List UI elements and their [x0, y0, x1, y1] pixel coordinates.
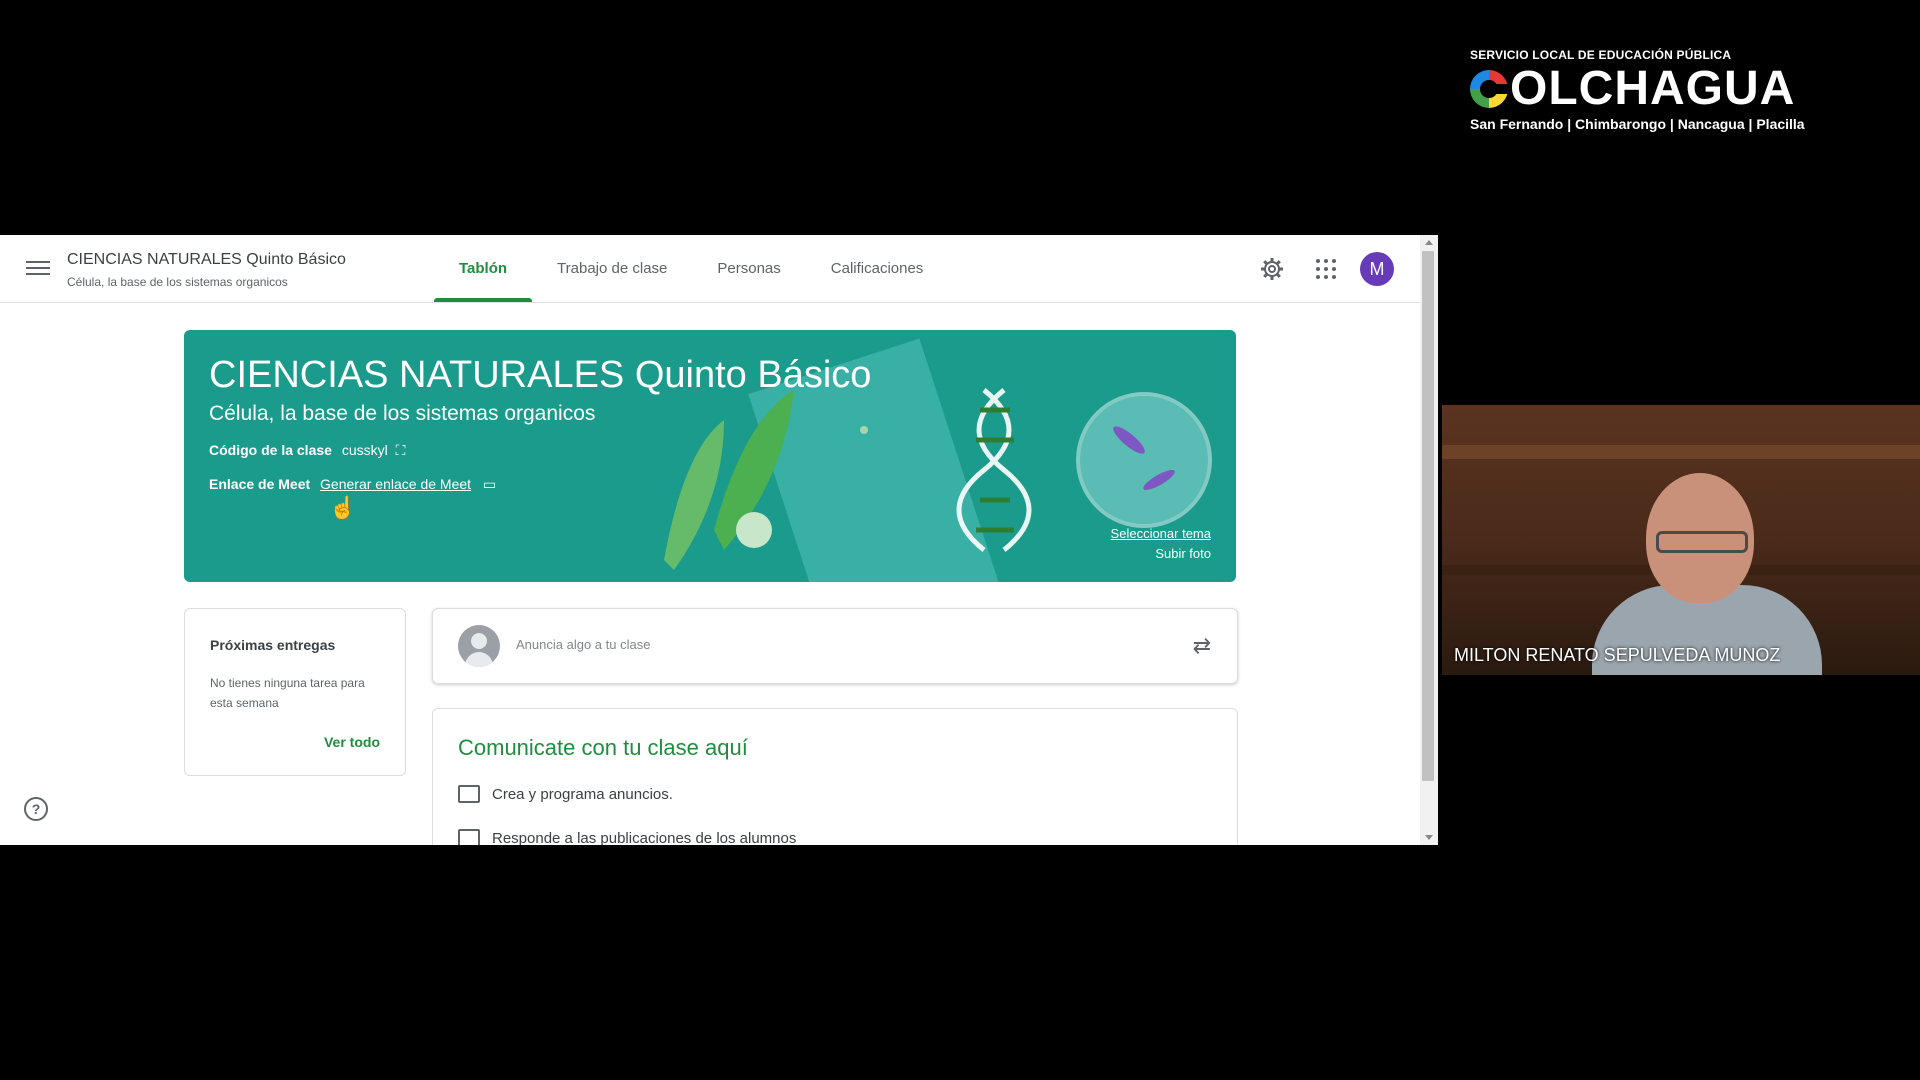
mouse-cursor-icon: ☝	[329, 495, 357, 520]
class-code-row: Código de la clase cusskyl ⛶	[209, 442, 405, 459]
banner-subtitle: Célula, la base de los sistemas organico…	[209, 402, 596, 425]
tab-tablon[interactable]: Tablón	[434, 235, 533, 302]
fullscreen-icon[interactable]: ⛶	[396, 442, 406, 458]
communicate-item: Crea y programa anuncios.	[458, 785, 673, 803]
chat-bubble-icon	[458, 785, 480, 803]
participant-name: MILTON RENATO SEPULVEDA MUNOZ	[1454, 645, 1781, 665]
logo-main-text: OLCHAGUA	[1470, 62, 1805, 116]
glasses	[1656, 531, 1748, 553]
help-icon[interactable]: ?	[24, 797, 48, 821]
meet-row: Enlace de Meet Generar enlace de Meet ▭	[209, 476, 496, 493]
scroll-down-arrow[interactable]	[1425, 835, 1433, 840]
top-app-bar: CIENCIAS NATURALES Quinto Básico Célula,…	[0, 235, 1420, 303]
tab-calificaciones[interactable]: Calificaciones	[806, 235, 949, 302]
video-camera-icon[interactable]: ▭	[483, 476, 496, 492]
communicate-item-text: Crea y programa anuncios.	[492, 785, 673, 803]
colchagua-logo: SERVICIO LOCAL DE EDUCACIÓN PÚBLICA OLCH…	[1470, 48, 1805, 132]
class-subtitle: Célula, la base de los sistemas organico…	[67, 275, 288, 289]
repost-icon[interactable]: ⇄	[1193, 633, 1211, 659]
video-shelf	[1442, 445, 1920, 459]
communicate-card: Comunicate con tu clase aquí Crea y prog…	[432, 708, 1238, 845]
upcoming-card: Próximas entregas No tienes ninguna tare…	[184, 608, 406, 776]
avatar[interactable]: M	[1360, 252, 1394, 286]
class-code-label: Código de la clase	[209, 442, 332, 458]
logo-wordmark: OLCHAGUA	[1510, 62, 1796, 115]
gear-icon[interactable]	[1260, 257, 1284, 281]
logo-top-text: SERVICIO LOCAL DE EDUCACIÓN PÚBLICA	[1470, 48, 1732, 62]
upcoming-title: Próximas entregas	[210, 637, 336, 653]
upload-photo-link[interactable]: Subir foto	[1155, 546, 1211, 561]
communicate-item: Responde a las publicaciones de los alum…	[458, 829, 796, 845]
announce-box[interactable]: Anuncia algo a tu clase ⇄	[432, 608, 1238, 684]
banner-title: CIENCIAS NATURALES Quinto Básico	[209, 354, 872, 396]
meet-label: Enlace de Meet	[209, 476, 311, 492]
class-title[interactable]: CIENCIAS NATURALES Quinto Básico	[67, 251, 346, 269]
scrollbar[interactable]	[1420, 235, 1438, 845]
tab-trabajo-de-clase[interactable]: Trabajo de clase	[532, 235, 692, 302]
tab-personas[interactable]: Personas	[692, 235, 805, 302]
view-all-link[interactable]: Ver todo	[324, 734, 380, 750]
select-theme-link[interactable]: Seleccionar tema	[1111, 526, 1211, 541]
apps-grid-icon[interactable]	[1316, 259, 1336, 279]
class-banner: CIENCIAS NATURALES Quinto Básico Célula,…	[184, 330, 1236, 582]
communicate-item-text: Responde a las publicaciones de los alum…	[492, 829, 797, 846]
generate-meet-link[interactable]: Generar enlace de Meet	[320, 476, 471, 492]
user-avatar	[458, 625, 500, 667]
logo-bottom-text: San Fernando | Chimbarongo | Nancagua | …	[1470, 116, 1805, 132]
participant-video: MILTON RENATO SEPULVEDA MUNOZ	[1442, 405, 1920, 675]
communicate-title: Comunicate con tu clase aquí	[458, 735, 748, 760]
menu-icon[interactable]	[26, 257, 50, 279]
scroll-thumb[interactable]	[1422, 251, 1434, 781]
tab-bar: Tablón Trabajo de clase Personas Calific…	[434, 235, 948, 302]
scroll-up-arrow[interactable]	[1425, 240, 1433, 245]
upcoming-text: No tienes ninguna tarea para esta semana	[210, 676, 365, 710]
class-code-value[interactable]: cusskyl	[342, 442, 388, 458]
logo-c-icon	[1470, 70, 1510, 108]
comment-icon	[458, 829, 480, 845]
classroom-window: CIENCIAS NATURALES Quinto Básico Célula,…	[0, 235, 1438, 845]
announce-placeholder[interactable]: Anuncia algo a tu clase	[516, 637, 650, 652]
